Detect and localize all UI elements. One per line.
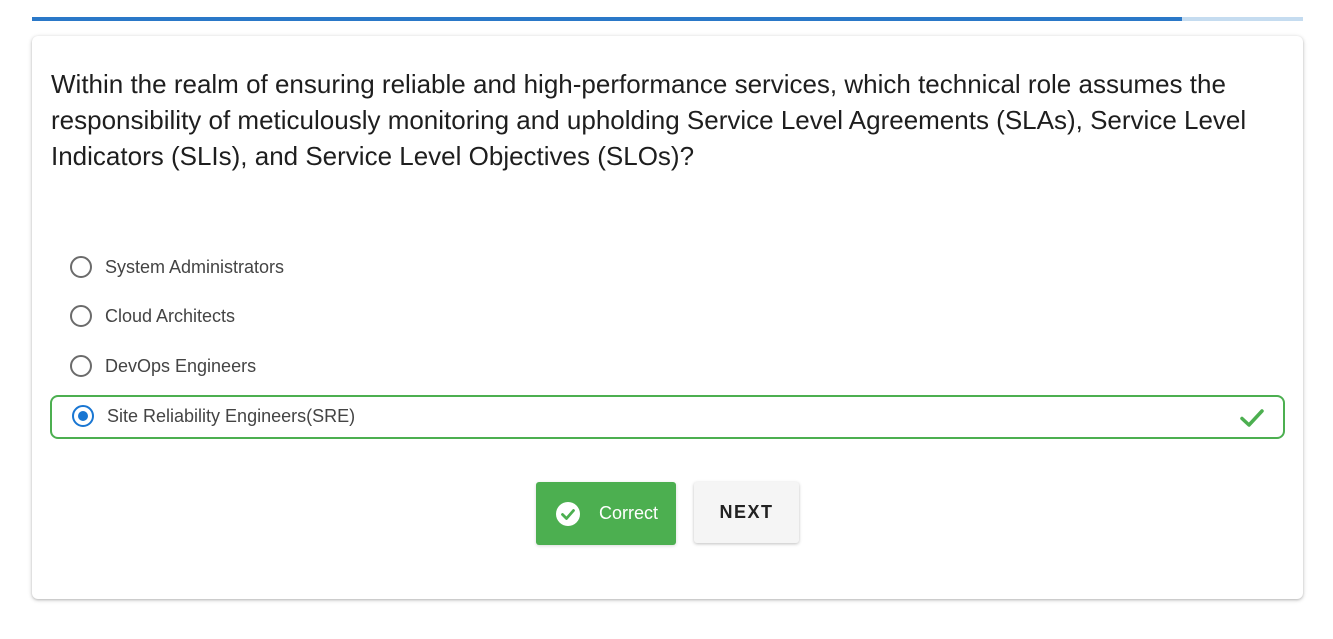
next-button[interactable]: NEXT [694, 482, 799, 543]
option-label: DevOps Engineers [105, 356, 257, 376]
correct-label: Correct [599, 503, 659, 523]
option-devops-engineers[interactable]: DevOps Engineers [50, 344, 1285, 388]
option-system-administrators[interactable]: System Administrators [50, 245, 1285, 289]
option-cloud-architects[interactable]: Cloud Architects [50, 294, 1285, 338]
radio-button[interactable] [70, 256, 92, 278]
option-site-reliability-engineers[interactable]: Site Reliability Engineers(SRE) [50, 395, 1285, 439]
option-label: Cloud Architects [105, 306, 236, 326]
check-circle-icon [556, 502, 580, 526]
question-text: Within the realm of ensuring reliable an… [51, 69, 1247, 171]
option-label: Site Reliability Engineers(SRE) [107, 406, 356, 426]
option-label: System Administrators [105, 257, 285, 277]
check-icon [1240, 409, 1264, 427]
correct-feedback-button[interactable]: Correct [536, 482, 676, 545]
radio-button[interactable] [70, 305, 92, 327]
progress-bar [32, 17, 1303, 21]
question-card: Within the realm of ensuring reliable an… [32, 36, 1303, 599]
radio-button-selected[interactable] [72, 405, 94, 427]
radio-button[interactable] [70, 355, 92, 377]
progress-bar-fill [32, 17, 1183, 21]
